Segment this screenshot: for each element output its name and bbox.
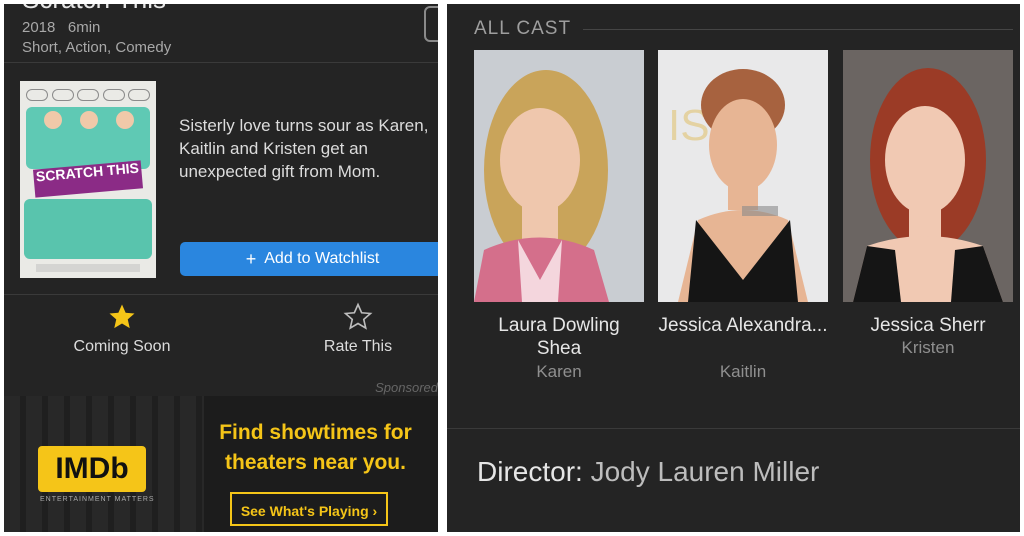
cast-role: Kristen	[901, 338, 955, 357]
cast-name: Laura Dowling Shea	[498, 315, 620, 359]
movie-synopsis: Sisterly love turns sour as Karen, Kaitl…	[179, 116, 429, 181]
cta-label: See What's Playing	[240, 503, 369, 519]
cast-role: Kaitlin	[719, 362, 767, 381]
poster-credits	[36, 264, 140, 272]
movie-poster[interactable]: SCRATCH THIS	[20, 81, 156, 278]
divider	[4, 294, 438, 295]
cast-card[interactable]: Jessica Sherr Kristen	[843, 50, 1013, 357]
sponsored-label: Sponsored	[375, 380, 438, 395]
cast-photo	[474, 50, 644, 302]
rate-this-button[interactable]: Rate This	[278, 302, 438, 356]
add-to-watchlist-button[interactable]: + Add to Watchlist	[180, 242, 438, 276]
ad-headline: Find showtimes for theaters near you.	[219, 421, 412, 474]
director-label: Director:	[477, 456, 583, 487]
movie-detail-panel: Scratch This 2018 6min Short, Action, Co…	[4, 4, 438, 532]
movie-year: 2018	[22, 19, 56, 36]
cast-card[interactable]: Laura Dowling Shea Karen	[474, 50, 644, 381]
movie-genres: Short, Action, Comedy	[22, 39, 172, 56]
movie-meta: 2018 6min	[22, 19, 100, 36]
see-whats-playing-button[interactable]: See What's Playing ›	[230, 492, 388, 526]
cast-role: Karen	[536, 362, 582, 381]
movie-title: Scratch This	[22, 4, 166, 15]
cast-panel: ALL CAST Laura Dowling Shea Karen IS Jes…	[447, 4, 1020, 532]
logo-tagline: ENTERTAINMENT MATTERS	[40, 496, 155, 503]
imdb-logo: IMDb	[38, 446, 146, 492]
director-row[interactable]: Director: Jody Lauren Miller	[477, 456, 819, 488]
imdb-ad-banner[interactable]: IMDb ENTERTAINMENT MATTERS Find showtime…	[4, 396, 438, 532]
director-name: Jody Lauren Miller	[590, 456, 820, 487]
cast-name: Jessica Sherr	[870, 315, 986, 336]
rate-this-label: Rate This	[323, 338, 393, 355]
cast-card[interactable]: IS Jessica Alexandra... Kaitlin	[658, 50, 828, 381]
star-outline-icon	[343, 302, 373, 330]
coming-soon-button[interactable]: Coming Soon	[42, 302, 202, 356]
divider	[447, 428, 1020, 429]
star-filled-icon	[109, 304, 135, 329]
divider	[4, 62, 438, 63]
watchlist-label: Add to Watchlist	[264, 250, 380, 267]
movie-runtime: 6min	[67, 19, 101, 36]
plus-icon: +	[245, 248, 257, 269]
cast-photo: IS	[658, 50, 828, 302]
coming-soon-label: Coming Soon	[73, 338, 171, 355]
cast-photo	[843, 50, 1013, 302]
more-options-button[interactable]	[424, 6, 438, 42]
chevron-right-icon: ›	[372, 503, 378, 519]
all-cast-header: ALL CAST	[474, 18, 1013, 40]
award-laurels	[26, 89, 150, 101]
poster-photo-bottom	[24, 199, 152, 259]
cast-name: Jessica Alexandra...	[658, 315, 828, 336]
